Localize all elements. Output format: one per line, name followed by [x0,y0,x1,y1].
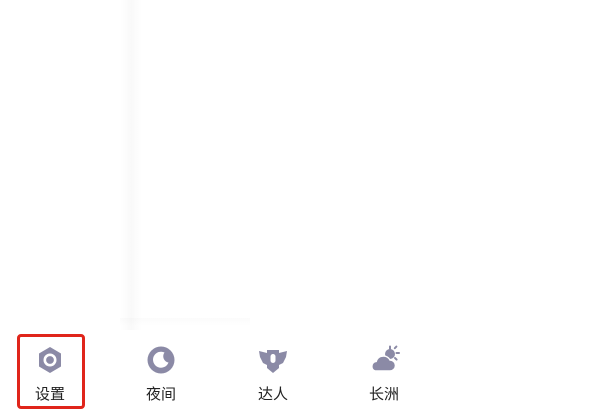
settings-hexagon-icon [34,344,66,376]
weather-city-button[interactable]: 长洲 [354,344,414,414]
moon-icon [145,344,177,376]
weather-cloud-sun-icon [368,344,400,376]
night-mode-button[interactable]: 夜间 [131,344,191,414]
weather-city-label: 长洲 [368,385,399,403]
bottom-toolbar: 设置 夜间 达人 长洲 [0,332,600,420]
expert-button[interactable]: 达人 [243,344,303,414]
expert-label: 达人 [257,385,288,403]
settings-label: 设置 [34,385,65,403]
winged-badge-icon [257,344,289,376]
night-mode-label: 夜间 [145,385,176,403]
settings-button[interactable]: 设置 [20,344,80,414]
side-panel-bottom-edge [120,318,250,326]
side-panel-edge [120,0,142,330]
